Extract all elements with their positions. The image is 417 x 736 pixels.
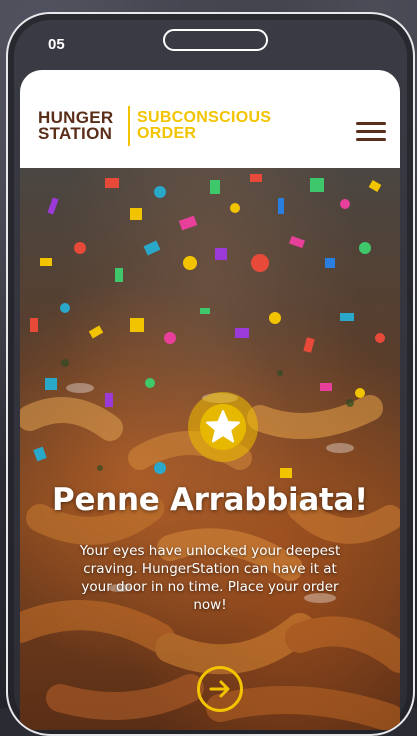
badge-core [200, 404, 246, 450]
hamburger-menu-icon[interactable] [356, 122, 386, 142]
craving-message: Your eyes have unlocked your deepest cra… [79, 543, 341, 613]
arrow-right-icon [209, 680, 230, 698]
app-screen: HUNGER STATION SUBCONSCIOUS ORDER Penne … [20, 70, 400, 730]
order-now-button[interactable] [197, 666, 243, 712]
logo-line-2: STATION [38, 124, 113, 143]
status-time: 05 [48, 36, 65, 53]
page-title: Penne Arrabbiata! [52, 482, 368, 518]
campaign-line-1: SUBCONSCIOUS [137, 109, 272, 126]
star-icon [206, 410, 240, 443]
dynamic-island [163, 29, 268, 51]
campaign-line-2: ORDER [137, 125, 197, 142]
achievement-badge [188, 392, 258, 462]
campaign-title: SUBCONSCIOUS ORDER [137, 110, 271, 142]
hungerstation-logo[interactable]: HUNGER STATION [38, 109, 113, 143]
phone-frame: 05 HUNGER STATION SUBCONSCIOUS ORDER Pen… [6, 12, 415, 736]
logo-divider [128, 106, 130, 146]
header-bar: HUNGER STATION SUBCONSCIOUS ORDER [20, 70, 400, 168]
